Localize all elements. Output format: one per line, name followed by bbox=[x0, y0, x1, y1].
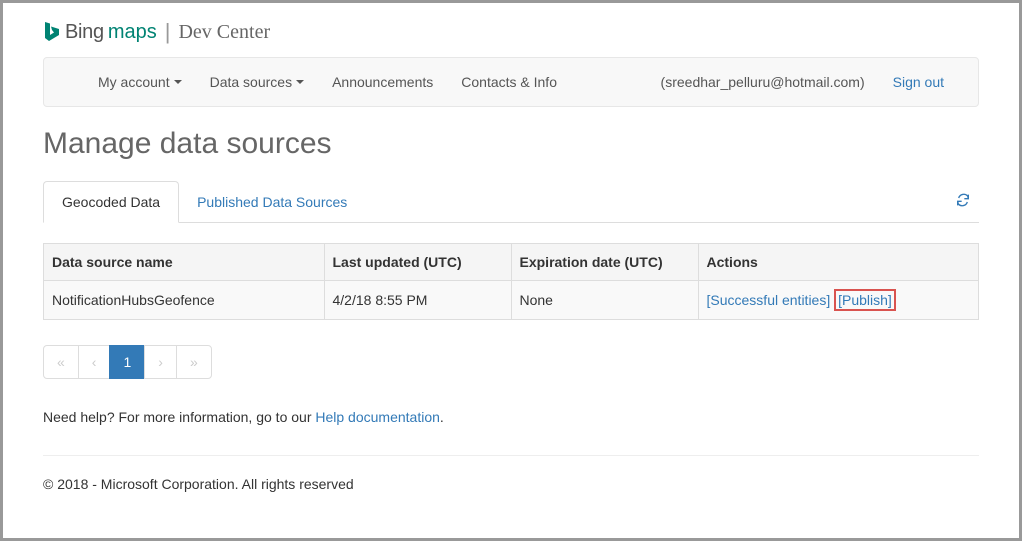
footer-divider bbox=[43, 455, 979, 456]
table-header-row: Data source name Last updated (UTC) Expi… bbox=[44, 244, 979, 281]
footer-copyright: © 2018 - Microsoft Corporation. All righ… bbox=[43, 476, 979, 492]
chevron-down-icon bbox=[296, 80, 304, 84]
cell-updated: 4/2/18 8:55 PM bbox=[324, 281, 511, 320]
successful-entities-link[interactable]: [Successful entities] bbox=[707, 292, 831, 308]
nav-announcements-label: Announcements bbox=[332, 74, 433, 90]
data-sources-table: Data source name Last updated (UTC) Expi… bbox=[43, 243, 979, 320]
col-header-actions: Actions bbox=[698, 244, 979, 281]
page-next-button[interactable]: › bbox=[144, 345, 177, 379]
cell-actions: [Successful entities] [Publish] bbox=[698, 281, 979, 320]
bing-maps-logo[interactable]: Bing maps bbox=[43, 20, 157, 44]
col-header-updated: Last updated (UTC) bbox=[324, 244, 511, 281]
page-prev-button[interactable]: ‹ bbox=[78, 345, 111, 379]
refresh-button[interactable] bbox=[947, 184, 979, 219]
page-first-button[interactable]: « bbox=[43, 345, 79, 379]
help-documentation-link[interactable]: Help documentation bbox=[315, 409, 440, 425]
cell-expiration: None bbox=[511, 281, 698, 320]
publish-link[interactable]: [Publish] bbox=[838, 292, 892, 308]
chevron-down-icon bbox=[174, 80, 182, 84]
nav-my-account-label: My account bbox=[98, 74, 170, 90]
navbar-right: (sreedhar_pelluru@hotmail.com) Sign out bbox=[647, 68, 978, 96]
bing-b-icon bbox=[43, 20, 61, 44]
help-prefix: Need help? For more information, go to o… bbox=[43, 409, 315, 425]
data-source-tabs: Geocoded Data Published Data Sources bbox=[43, 181, 979, 223]
sign-out-link[interactable]: Sign out bbox=[879, 68, 958, 96]
page-last-button[interactable]: » bbox=[176, 345, 212, 379]
main-navbar: My account Data sources Announcements Co… bbox=[43, 57, 979, 107]
nav-contacts[interactable]: Contacts & Info bbox=[447, 68, 571, 96]
col-header-expiration: Expiration date (UTC) bbox=[511, 244, 698, 281]
user-email-display: (sreedhar_pelluru@hotmail.com) bbox=[647, 68, 879, 96]
page-title: Manage data sources bbox=[43, 127, 979, 161]
brand-bing-text: Bing bbox=[65, 21, 104, 44]
help-section: Need help? For more information, go to o… bbox=[43, 409, 979, 425]
tab-published-sources[interactable]: Published Data Sources bbox=[179, 182, 365, 222]
col-header-name: Data source name bbox=[44, 244, 325, 281]
help-suffix: . bbox=[440, 409, 444, 425]
header-divider: | bbox=[165, 19, 171, 45]
nav-data-sources-label: Data sources bbox=[210, 74, 292, 90]
nav-my-account[interactable]: My account bbox=[84, 68, 196, 96]
brand-maps-text: maps bbox=[108, 21, 157, 44]
pagination: « ‹ 1 › » bbox=[43, 345, 979, 379]
page-header: Bing maps | Dev Center bbox=[43, 19, 979, 45]
page-number-button[interactable]: 1 bbox=[109, 345, 145, 379]
cell-name: NotificationHubsGeofence bbox=[44, 281, 325, 320]
refresh-icon bbox=[955, 192, 971, 208]
table-row: NotificationHubsGeofence 4/2/18 8:55 PM … bbox=[44, 281, 979, 320]
navbar-left: My account Data sources Announcements Co… bbox=[44, 68, 571, 96]
tab-geocoded-data[interactable]: Geocoded Data bbox=[43, 181, 179, 223]
dev-center-label: Dev Center bbox=[178, 21, 270, 44]
nav-announcements[interactable]: Announcements bbox=[318, 68, 447, 96]
nav-contacts-label: Contacts & Info bbox=[461, 74, 557, 90]
nav-data-sources[interactable]: Data sources bbox=[196, 68, 318, 96]
